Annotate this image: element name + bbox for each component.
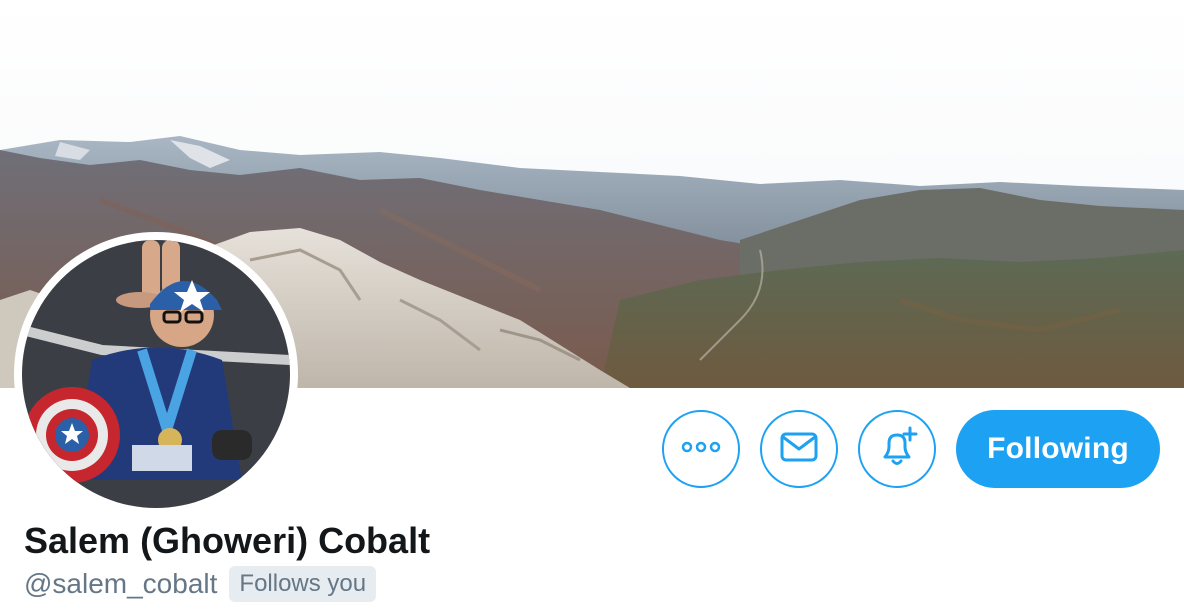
follows-you-badge: Follows you <box>229 566 377 602</box>
message-button[interactable] <box>760 410 838 488</box>
bell-plus-icon <box>875 425 919 474</box>
envelope-icon <box>780 432 818 467</box>
profile-header: Following Salem (Ghoweri) Cobalt @salem_… <box>0 0 1184 616</box>
more-button[interactable] <box>662 410 740 488</box>
avatar[interactable] <box>14 232 298 516</box>
profile-handle-row: @salem_cobalt Follows you <box>24 566 377 602</box>
notifications-button[interactable] <box>858 410 936 488</box>
following-button[interactable]: Following <box>956 410 1160 488</box>
profile-handle: @salem_cobalt <box>24 568 218 599</box>
more-horizontal-icon <box>681 440 721 458</box>
profile-display-name: Salem (Ghoweri) Cobalt <box>24 520 431 561</box>
avatar-photo <box>22 240 290 508</box>
